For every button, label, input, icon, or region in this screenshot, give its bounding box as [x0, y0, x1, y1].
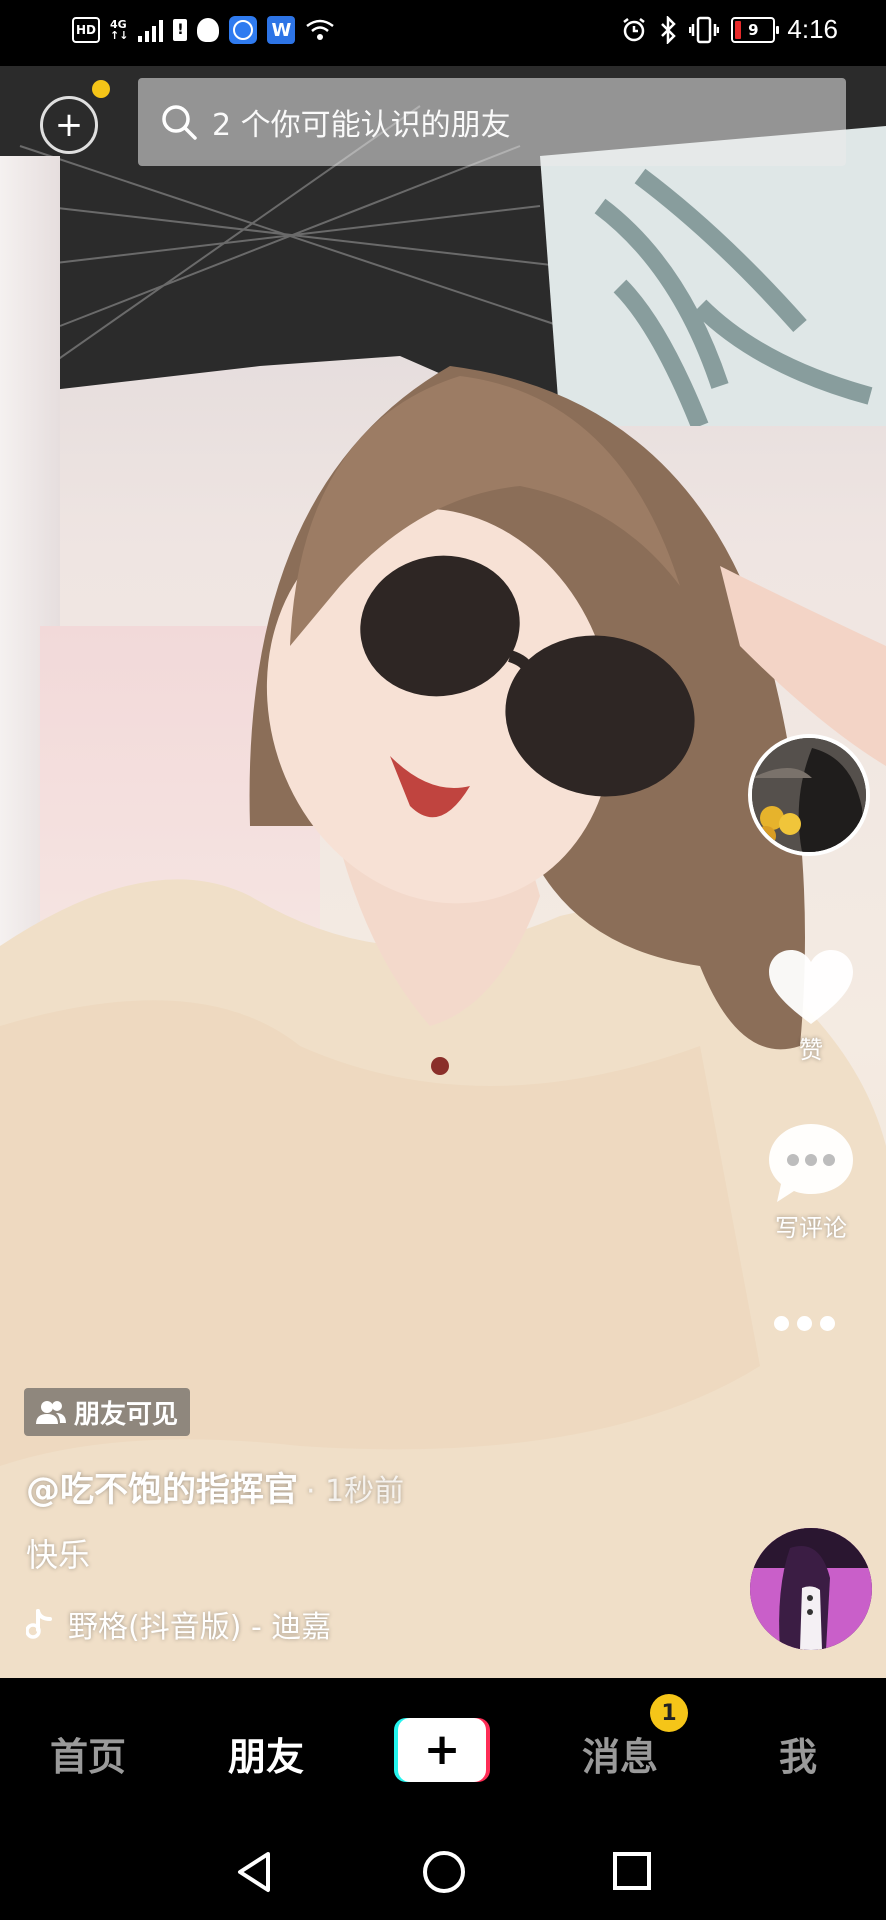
avatar-image — [752, 738, 866, 852]
messages-badge: 1 — [650, 1694, 688, 1732]
system-navigation-bar — [0, 1826, 886, 1920]
create-button-face: + — [398, 1718, 486, 1782]
tab-messages[interactable]: 消息 — [550, 1726, 690, 1781]
more-options-button[interactable] — [774, 1316, 835, 1331]
plus-icon: + — [423, 1724, 461, 1775]
home-circle-icon[interactable] — [420, 1848, 468, 1896]
like-action[interactable]: 赞 — [748, 948, 874, 1065]
search-bar[interactable]: 2 个你可能认识的朋友 — [138, 78, 846, 166]
vibrate-icon — [689, 16, 720, 43]
comment-action[interactable]: 写评论 — [748, 1122, 874, 1243]
alarm-icon — [623, 17, 646, 41]
more-dot-icon — [797, 1316, 812, 1331]
status-icons-right: 9 4:16 — [621, 14, 838, 45]
creator-avatar[interactable] — [748, 734, 870, 856]
sim-label: ! — [177, 22, 184, 38]
status-bar: HD 4G ↑↓ ! W 9 4:16 — [0, 0, 886, 66]
search-placeholder: 2 个你可能认识的朋友 — [212, 108, 511, 143]
clock: 4:16 — [787, 14, 838, 44]
more-dot-icon — [820, 1316, 835, 1331]
tab-friends[interactable]: 朋友 — [196, 1726, 336, 1781]
like-label: 赞 — [799, 1036, 823, 1064]
music-disc[interactable] — [750, 1528, 872, 1650]
video-subject — [0, 366, 886, 1678]
hd-voice-icon: HD — [72, 17, 100, 43]
create-video-button[interactable]: + — [394, 1718, 490, 1782]
music-title: 野格(抖音版) - 迪嘉 — [68, 1610, 332, 1645]
author-name[interactable]: @吃不饱的指挥官 — [26, 1462, 298, 1511]
notification-dot — [92, 80, 110, 98]
wps-icon: W — [267, 16, 296, 44]
comment-label: 写评论 — [775, 1214, 847, 1242]
author-line: @吃不饱的指挥官 · 1秒前 — [26, 1462, 404, 1511]
battery-level: 9 — [748, 20, 759, 39]
battery-icon: 9 — [731, 16, 780, 43]
visibility-label: 朋友可见 — [74, 1399, 179, 1430]
plus-icon: + — [54, 105, 84, 145]
visibility-badge: 朋友可见 — [24, 1388, 191, 1436]
browser-globe-icon — [229, 16, 258, 44]
tab-me[interactable]: 我 — [728, 1726, 868, 1781]
post-caption: 快乐 — [26, 1536, 91, 1574]
music-note-icon — [26, 1609, 52, 1639]
recent-apps-square-icon[interactable] — [610, 1848, 654, 1896]
heart-icon — [769, 950, 853, 1024]
more-dot-icon — [774, 1316, 789, 1331]
friends-icon — [36, 1401, 66, 1424]
comment-bubble-icon — [769, 1124, 853, 1202]
qq-penguin-icon — [197, 18, 220, 42]
video-player[interactable]: + 2 个你可能认识的朋友 赞 写评论 朋友可见 @吃不饱的指挥官 · 1秒前 … — [0, 66, 886, 1678]
music-cover-image — [750, 1528, 872, 1650]
search-icon — [162, 105, 197, 140]
network-type-icon: 4G ↑↓ — [110, 18, 129, 42]
sim-alert-icon: ! — [173, 19, 188, 41]
music-line[interactable]: 野格(抖音版) - 迪嘉 — [26, 1602, 331, 1646]
tab-home[interactable]: 首页 — [18, 1726, 158, 1781]
bottom-tab-bar: 首页 朋友 + 消息 1 我 — [0, 1678, 886, 1826]
post-time: · 1秒前 — [306, 1474, 405, 1509]
status-icons-left: HD 4G ↑↓ ! W — [72, 16, 335, 44]
bluetooth-icon — [661, 15, 677, 44]
add-friend-button[interactable]: + — [40, 96, 98, 154]
hd-label: HD — [75, 23, 96, 37]
back-triangle-icon[interactable] — [232, 1848, 276, 1896]
signal-icon — [138, 18, 164, 42]
wifi-icon — [305, 18, 335, 42]
wps-label: W — [271, 19, 292, 41]
